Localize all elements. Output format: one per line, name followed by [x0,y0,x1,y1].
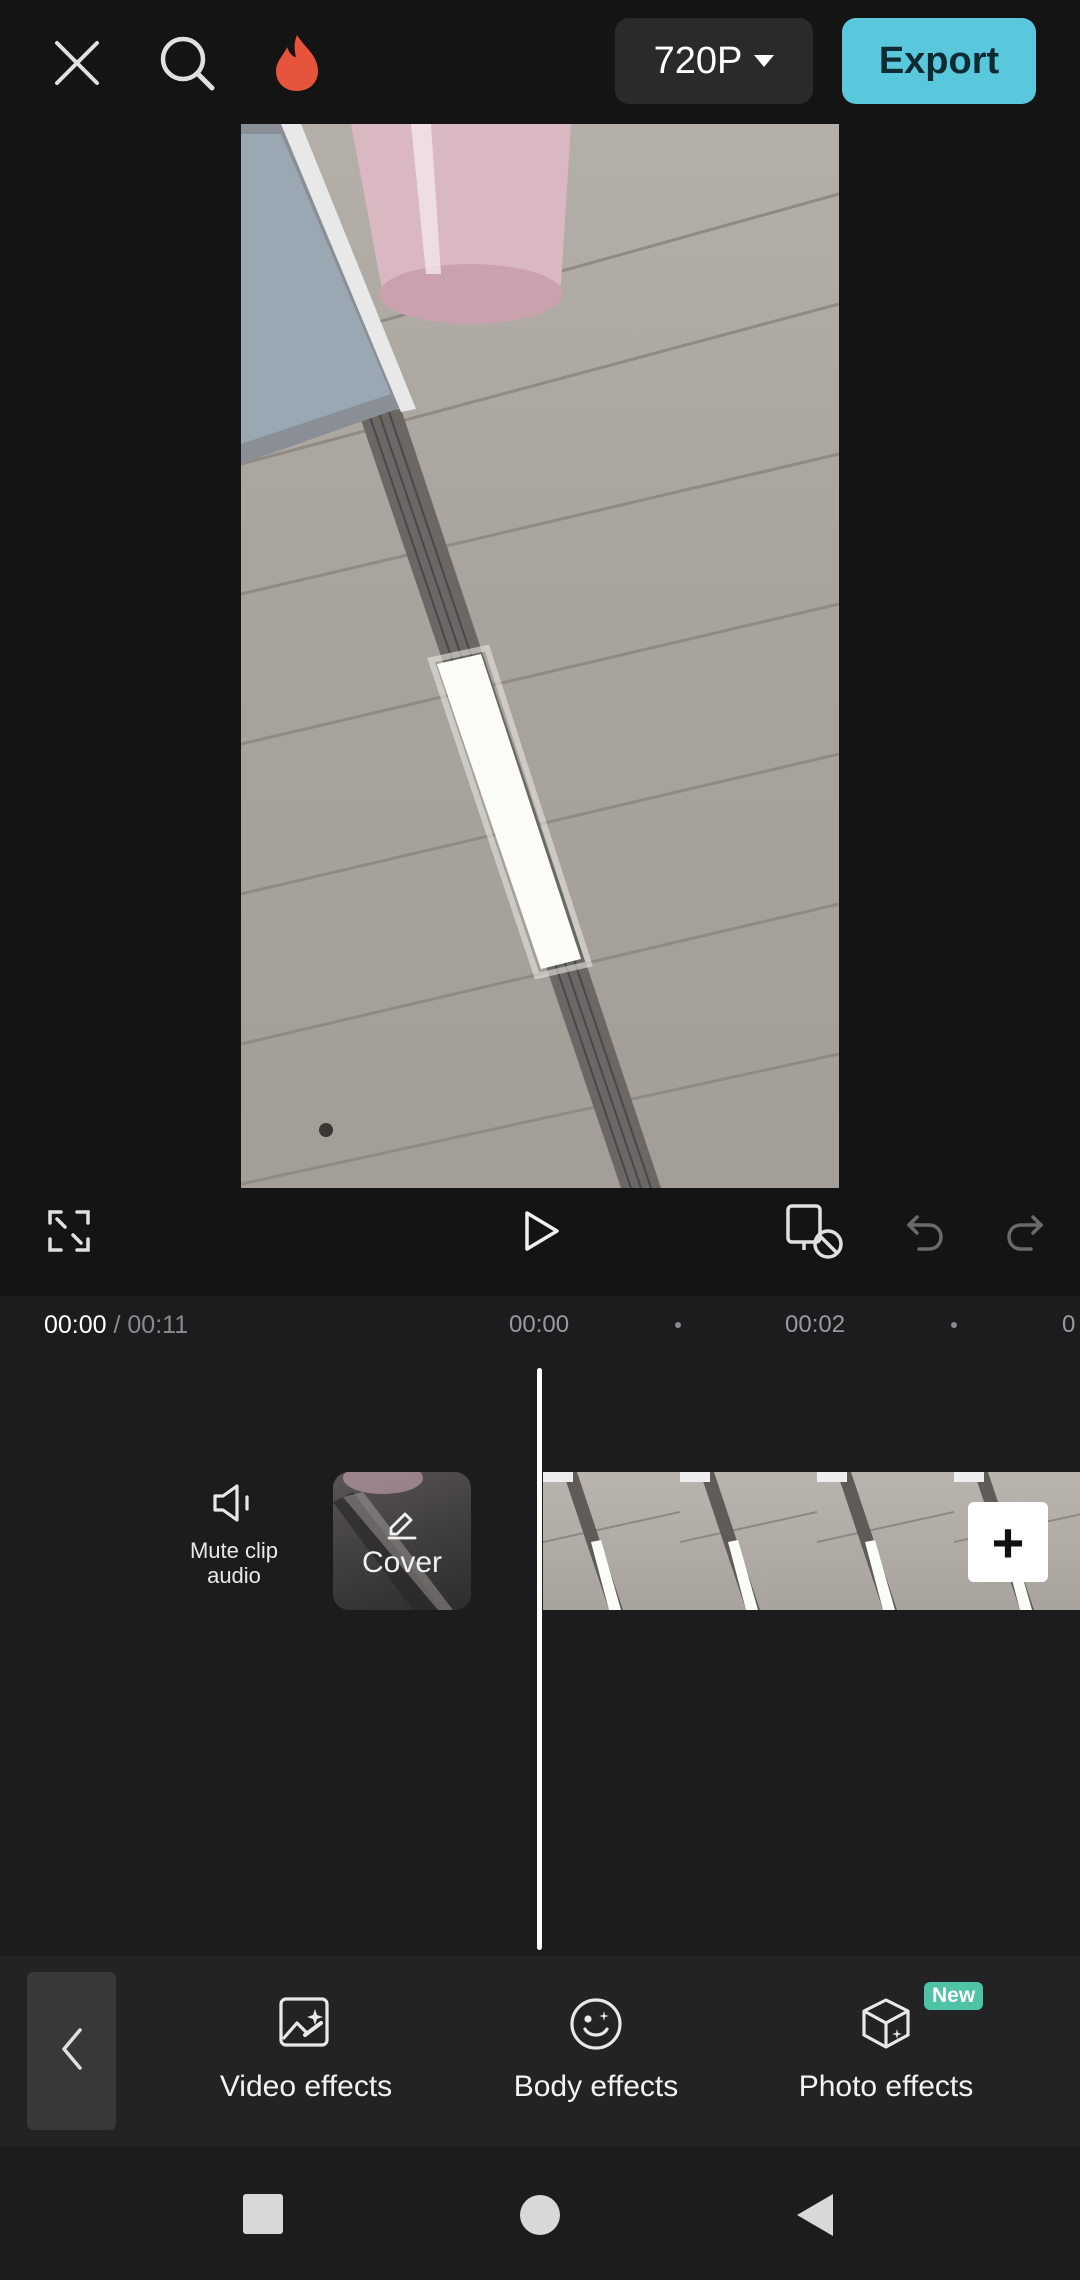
chevron-down-icon [754,55,775,67]
current-time: 00:00 [44,1311,107,1339]
fullscreen-icon[interactable] [34,1196,104,1266]
speaker-icon [176,1478,292,1528]
resolution-label: 720P [653,39,743,82]
back-triangle-icon[interactable] [795,2192,835,2243]
body-effects-label: Body effects [513,2070,679,2103]
chevron-left-icon [58,2026,86,2077]
cover-button[interactable]: Cover [333,1472,471,1610]
time-display: 00:00 / 00:11 [44,1311,188,1340]
video-preview[interactable] [241,124,839,1188]
ruler-dot [675,1322,681,1328]
video-effects-label: Video effects [219,2070,393,2103]
video-effects-icon [186,1990,426,2058]
search-icon[interactable] [152,28,222,98]
clip-frame [680,1472,817,1610]
body-effects-icon [476,1990,716,2058]
playhead[interactable] [537,1368,542,1950]
export-button[interactable]: Export [842,18,1036,104]
mute-clip-audio-button[interactable]: Mute clip audio [176,1478,292,1588]
clip-frame [543,1472,680,1610]
new-badge: New [924,1982,984,2010]
keyframe-disabled-icon[interactable] [780,1196,850,1266]
play-icon[interactable] [506,1196,576,1266]
body-effects-button[interactable]: Body effects [476,1990,716,2104]
recents-square-icon[interactable] [243,2194,283,2234]
video-effects-button[interactable]: Video effects [186,1990,426,2104]
ruler-dot [951,1322,957,1328]
close-icon[interactable] [42,28,112,98]
ruler-label: 00:00 [509,1311,570,1338]
fire-icon[interactable] [262,28,332,98]
ruler-label: 0 [1062,1311,1076,1338]
ruler-label: 00:02 [785,1311,846,1338]
mute-label: Mute clip audio [189,1538,279,1588]
undo-icon[interactable] [890,1196,960,1266]
clip-frame [817,1472,954,1610]
total-time: / 00:11 [113,1311,189,1339]
resolution-dropdown[interactable]: 720P [615,18,813,104]
cover-label: Cover [361,1546,443,1579]
video-frame-image [241,124,839,1188]
add-clip-button[interactable]: + [968,1502,1048,1582]
edit-pencil-icon [385,1506,419,1545]
home-circle-icon[interactable] [520,2195,560,2235]
redo-icon[interactable] [990,1196,1060,1266]
photo-effects-label: Photo effects [798,2070,974,2103]
back-button[interactable] [27,1972,116,2130]
